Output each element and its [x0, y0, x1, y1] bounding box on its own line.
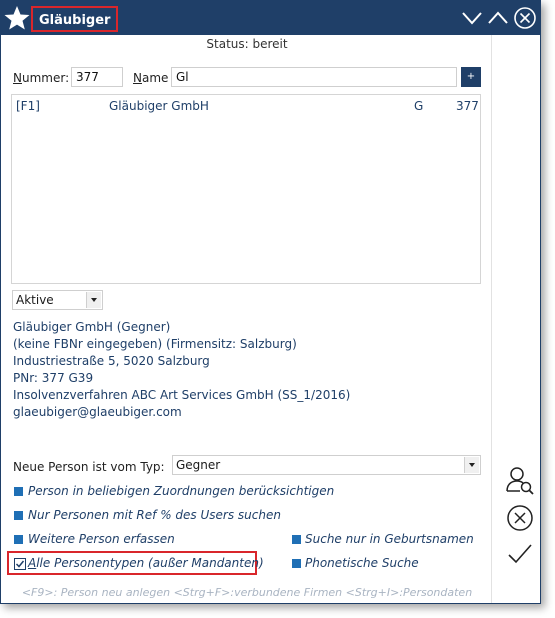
results-list[interactable]: [F1] Gläubiger GmbH G 377	[11, 94, 481, 284]
list-item[interactable]: [F1] Gläubiger GmbH G 377	[12, 97, 480, 115]
status-text: Status: bereit	[206, 37, 288, 51]
detail-line: (keine FBNr eingegeben) (Firmensitz: Sal…	[13, 337, 297, 351]
checkmark-icon[interactable]	[504, 538, 536, 570]
status-filter-value: Aktive	[16, 293, 54, 307]
neue-person-label: Neue Person ist vom Typ:	[13, 460, 165, 474]
option-toggle-icon[interactable]	[292, 535, 301, 544]
chevron-down-icon[interactable]	[464, 457, 479, 473]
status-filter-select[interactable]: Aktive	[12, 290, 103, 310]
cancel-circle-icon[interactable]	[504, 502, 536, 534]
nummer-input[interactable]	[71, 67, 123, 87]
option-toggle-icon[interactable]	[292, 559, 301, 568]
detail-line: Industriestraße 5, 5020 Salzburg	[13, 354, 210, 368]
chevron-down-icon[interactable]	[460, 6, 484, 30]
title-bar[interactable]: Gläubiger	[1, 1, 540, 35]
person-details: Gläubiger GmbH (Gegner) (keine FBNr eing…	[13, 319, 350, 421]
checkbox-checked-icon[interactable]	[14, 558, 26, 570]
name-input[interactable]	[171, 67, 457, 87]
result-type: G	[414, 99, 424, 113]
shortcut-hint: <F9>: Person neu anlegen <Strg+F>:verbun…	[21, 586, 473, 599]
nummer-label: Nummer:	[13, 71, 70, 85]
option-ref-personen[interactable]: Nur Personen mit Ref % des Users suchen	[28, 508, 281, 522]
option-toggle-icon[interactable]	[14, 487, 23, 496]
person-search-icon[interactable]	[504, 464, 536, 496]
name-label: Name	[133, 71, 169, 85]
detail-line: glaeubiger@glaeubiger.com	[13, 405, 182, 419]
result-number: 377	[456, 99, 479, 113]
chevron-up-icon[interactable]	[486, 6, 510, 30]
person-type-select[interactable]: Gegner	[172, 455, 481, 475]
close-circle-icon[interactable]	[513, 6, 537, 30]
window-title: Gläubiger	[31, 6, 119, 32]
option-weitere-person[interactable]: Weitere Person erfassen	[28, 532, 175, 546]
option-toggle-icon[interactable]	[14, 535, 23, 544]
detail-line: Insolvenzverfahren ABC Art Services GmbH…	[13, 388, 351, 402]
option-toggle-icon[interactable]	[14, 511, 23, 520]
result-name: Gläubiger GmbH	[109, 99, 209, 113]
chevron-down-icon[interactable]	[86, 292, 101, 308]
detail-line: PNr: 377 G39	[13, 371, 94, 385]
option-alle-personentypen[interactable]: Alle Personentypen (außer Mandanten)	[28, 556, 264, 570]
person-type-value: Gegner	[176, 458, 221, 472]
detail-line: Gläubiger GmbH (Gegner)	[13, 320, 171, 334]
option-phonetische-suche[interactable]: Phonetische Suche	[305, 556, 419, 570]
add-criteria-button[interactable]: +	[461, 67, 481, 87]
result-key: [F1]	[16, 99, 40, 113]
star-icon	[4, 6, 30, 30]
option-beliebige-zuordnungen[interactable]: Person in beliebigen Zuordnungen berücks…	[28, 484, 334, 498]
option-geburtsnamen[interactable]: Suche nur in Geburtsnamen	[305, 532, 474, 546]
dialog-window: Gläubiger Status: bereit Nummer: Name + …	[0, 0, 541, 604]
